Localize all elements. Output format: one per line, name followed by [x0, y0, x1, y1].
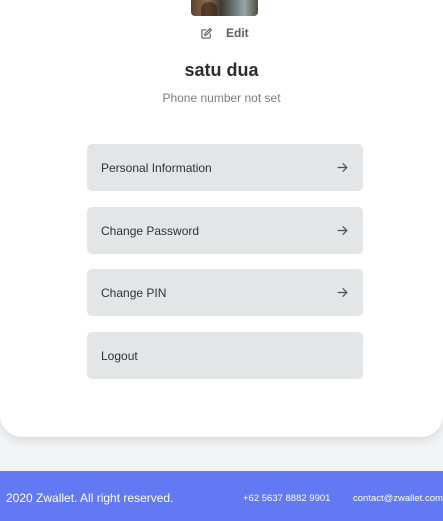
user-phone: Phone number not set	[162, 91, 281, 105]
edit-label: Edit	[226, 26, 249, 40]
footer-phone: +62 5637 8882 9901	[243, 493, 331, 504]
arrow-right-icon	[336, 224, 349, 237]
menu-item-logout[interactable]: Logout	[87, 332, 363, 379]
user-name: satu dua	[184, 60, 259, 80]
footer-email[interactable]: contact@zwallet.com	[353, 493, 443, 504]
menu-item-label: Logout	[101, 348, 138, 363]
menu-item-label: Change PIN	[101, 285, 167, 300]
edit-icon	[201, 27, 212, 39]
edit-profile-button[interactable]: Edit	[201, 25, 249, 41]
menu-item-label: Change Password	[101, 223, 200, 238]
arrow-right-icon	[336, 286, 349, 299]
profile-card: Edit satu dua Phone number not set Perso…	[0, 0, 443, 437]
avatar[interactable]	[191, 0, 258, 16]
footer: 2020 Zwallet. All right reserved. +62 56…	[0, 471, 443, 521]
arrow-right-icon	[336, 161, 349, 174]
footer-copyright: 2020 Zwallet. All right reserved.	[6, 491, 174, 505]
menu-item-label: Personal Information	[101, 160, 212, 175]
menu-item-change-pin[interactable]: Change PIN	[87, 269, 363, 316]
menu-item-personal-information[interactable]: Personal Information	[87, 144, 363, 191]
menu-item-change-password[interactable]: Change Password	[87, 207, 363, 254]
